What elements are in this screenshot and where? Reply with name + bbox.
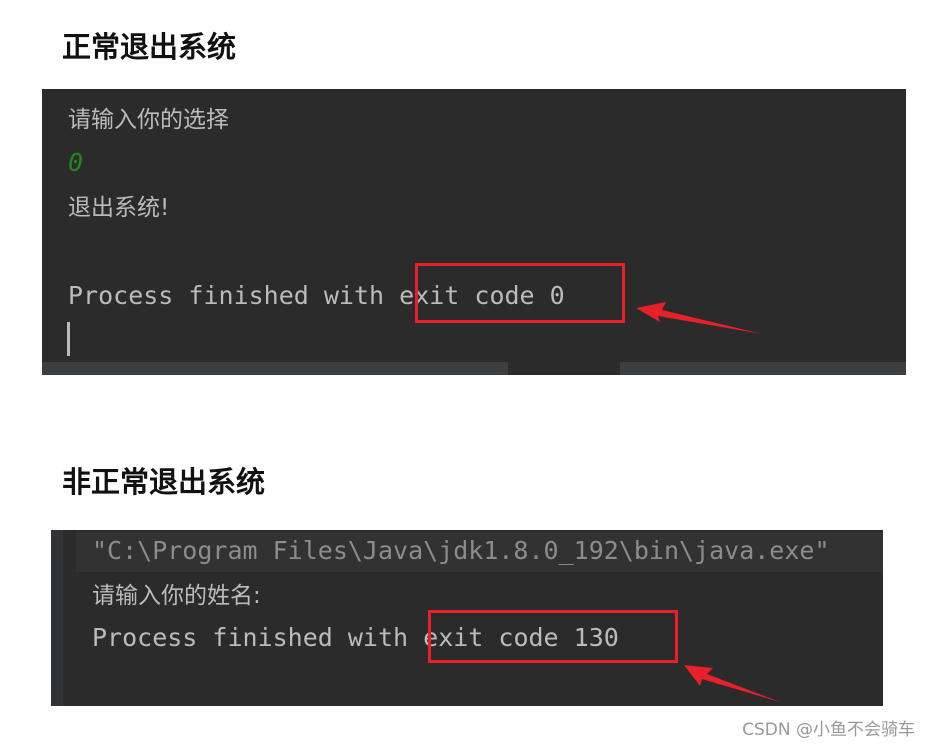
arrow-annotations bbox=[636, 302, 780, 702]
arrow-icon bbox=[636, 302, 762, 334]
arrow-icon bbox=[684, 665, 780, 702]
watermark: CSDN @小鱼不会骑车 bbox=[742, 720, 915, 740]
